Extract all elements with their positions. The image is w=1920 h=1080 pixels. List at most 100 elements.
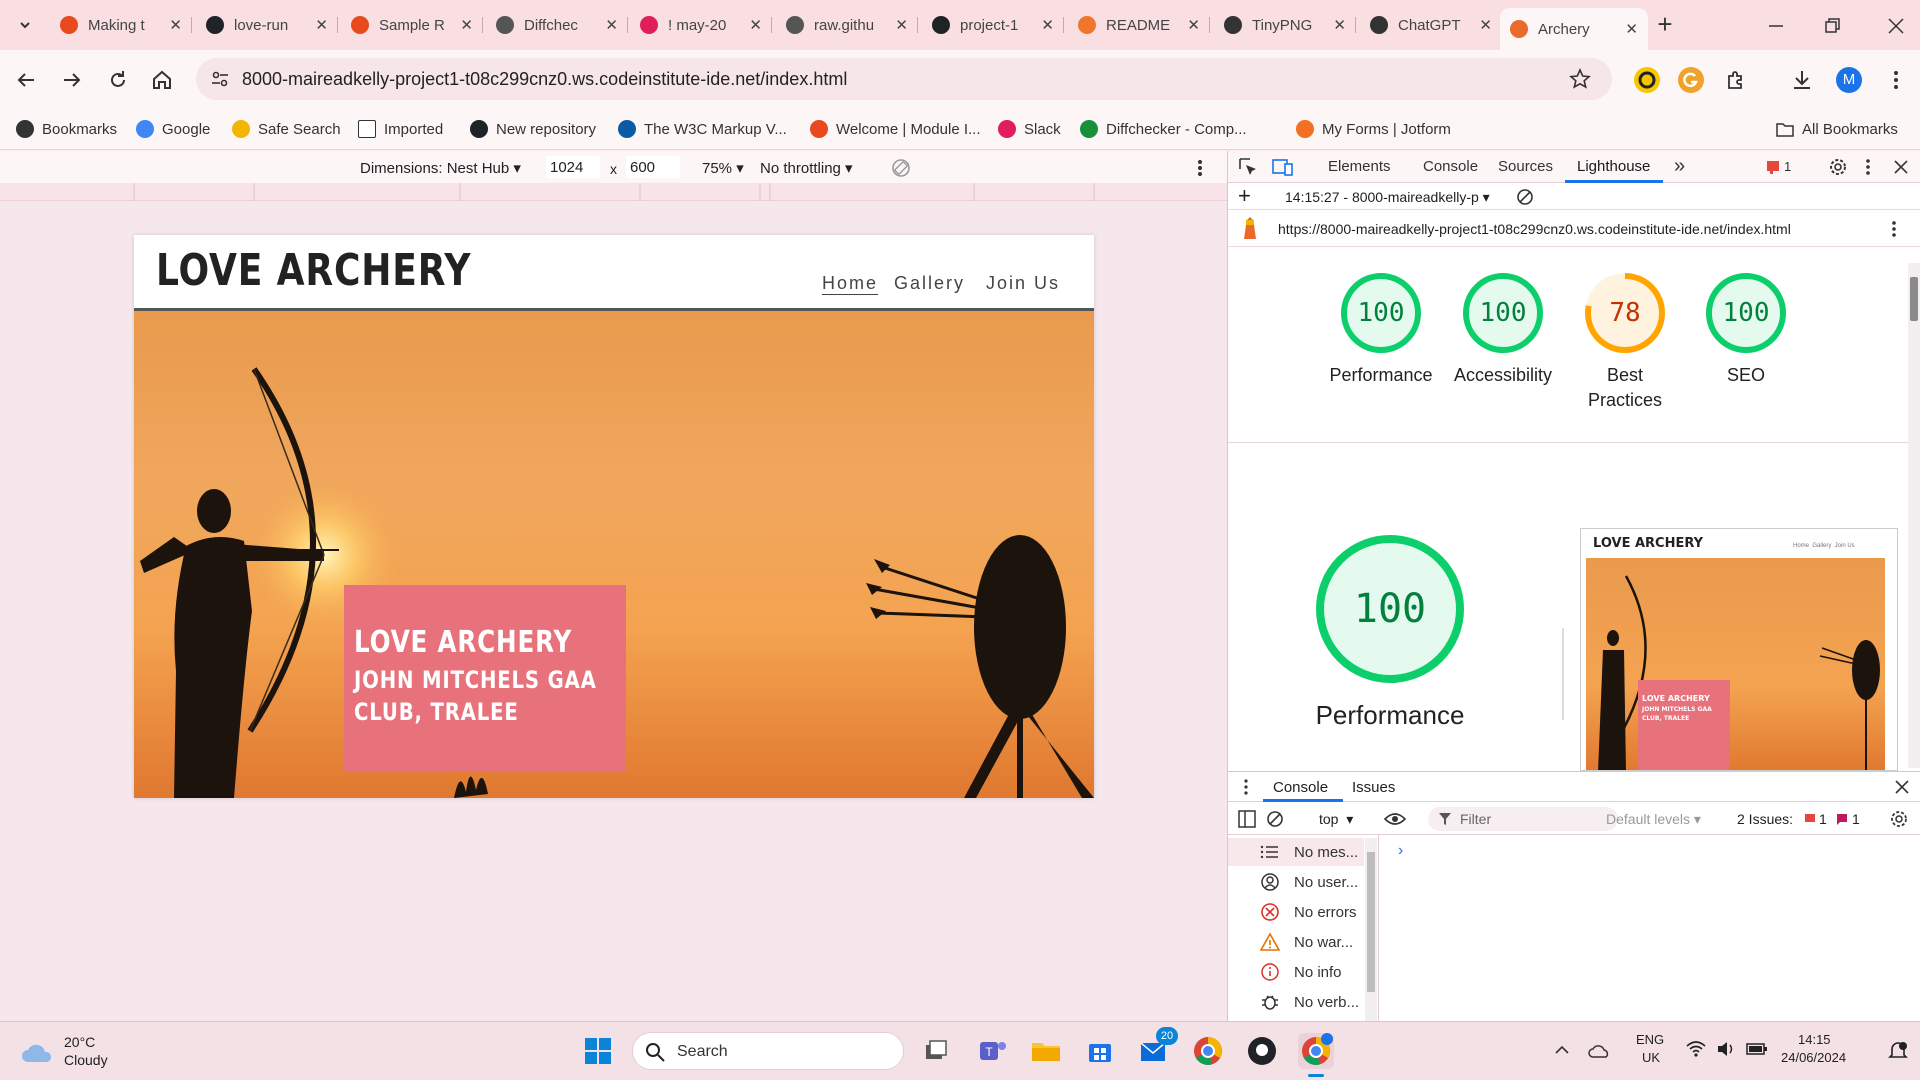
tab-8[interactable]: TinyPNG ✕ [1214,8,1356,42]
restore-button[interactable] [1820,14,1844,38]
context-selector[interactable]: top ▾ [1319,811,1353,828]
console-sidebar-item[interactable]: No user... [1260,868,1358,896]
show-hidden-icons-icon[interactable] [1554,1042,1570,1058]
file-explorer-app[interactable] [1028,1033,1064,1069]
report-url[interactable]: https://8000-maireadkelly-project1-t08c2… [1278,221,1791,237]
extensions-button[interactable] [1724,68,1748,92]
back-button[interactable] [14,68,38,92]
report-selector[interactable]: 14:15:27 - 8000-maireadkelly-p ▾ [1285,189,1490,206]
console-sidebar-item[interactable]: No war... [1260,928,1353,956]
browser-menu-button[interactable] [1892,68,1900,92]
tab-3[interactable]: Diffchec ✕ [486,8,628,42]
devtools-tab-lighthouse[interactable]: Lighthouse [1577,158,1650,175]
extension-grammarly-button[interactable] [1678,67,1704,93]
console-scrollbar-thumb[interactable] [1367,852,1375,992]
tab-close-icon[interactable]: ✕ [315,16,328,34]
bookmark-item[interactable]: New repository [470,120,596,138]
report-scrollbar-thumb[interactable] [1910,277,1918,321]
final-screenshot-thumbnail[interactable]: LOVE ARCHERY Home Gallery Join Us LOVE A… [1580,528,1898,771]
close-window-button[interactable] [1884,14,1908,38]
onedrive-icon[interactable] [1588,1042,1612,1058]
zoom-select[interactable]: 75% ▾ [702,159,744,177]
report-scrollbar[interactable] [1908,263,1920,768]
console-sidebar-item[interactable]: No info [1260,958,1342,986]
devtools-menu-icon[interactable] [1864,157,1872,177]
tab-close-icon[interactable]: ✕ [749,16,762,34]
github-desktop-app[interactable] [1244,1033,1280,1069]
throttling-select[interactable]: No throttling ▾ [760,159,853,177]
sidebar-toggle-icon[interactable] [1238,810,1256,828]
address-bar[interactable]: 8000-mairead​kelly-project1-t08c299cnz0.… [196,58,1612,100]
volume-icon[interactable] [1716,1040,1736,1058]
performance-big-gauge[interactable]: 100 [1315,534,1465,684]
profile-avatar[interactable]: M [1836,67,1862,93]
site-info-icon[interactable] [210,69,230,89]
live-expression-eye-icon[interactable] [1384,811,1406,827]
clear-console-icon[interactable] [1266,810,1284,828]
drawer-tab-issues[interactable]: Issues [1352,779,1395,796]
score-gauge-accessibility[interactable]: 100 [1462,272,1544,354]
chrome-app[interactable] [1190,1033,1226,1069]
tab-close-icon[interactable]: ✕ [460,16,473,34]
drawer-tab-console[interactable]: Console [1273,779,1328,796]
close-devtools-icon[interactable] [1892,158,1910,176]
weather-widget[interactable]: 20°C Cloudy [20,1032,140,1072]
bookmark-item[interactable]: Google [136,120,210,138]
bookmark-item[interactable]: Welcome | Module I... [810,120,981,138]
reload-button[interactable] [106,68,130,92]
tab-close-icon[interactable]: ✕ [1187,16,1200,34]
bookmark-item[interactable]: The W3C Markup V... [618,120,787,138]
console-sidebar-item[interactable]: No errors [1260,898,1357,926]
clear-reports-icon[interactable] [1516,188,1534,206]
device-dimensions-select[interactable]: Dimensions: Nest Hub ▾ [360,159,521,177]
tab-search-button[interactable] [12,12,38,38]
console-settings-icon[interactable] [1890,810,1908,828]
device-height-input[interactable]: 600 [626,156,680,178]
start-button[interactable] [580,1033,616,1069]
bookmark-item[interactable]: Bookmarks [16,120,117,138]
console-sidebar-item[interactable]: No verb... [1260,988,1359,1016]
wifi-icon[interactable] [1686,1040,1706,1058]
tab-close-icon[interactable]: ✕ [895,16,908,34]
notification-bell-icon[interactable] [1888,1040,1908,1062]
devtools-tab-elements[interactable]: Elements [1328,158,1391,175]
issues-flag-icon[interactable] [1766,160,1780,174]
more-tabs-button[interactable]: » [1674,155,1685,178]
nav-home[interactable]: Home [822,273,879,295]
all-bookmarks-button[interactable]: All Bookmarks [1776,120,1898,138]
tab-0[interactable]: Making t ✕ [50,8,192,42]
extension-norton-button[interactable] [1634,67,1660,93]
taskbar-search-box[interactable]: Search [632,1032,904,1070]
report-menu-icon[interactable] [1890,219,1898,239]
bookmark-item[interactable]: Safe Search [232,120,341,138]
clock-time[interactable]: 14:15 [1798,1032,1831,1047]
tab-close-icon[interactable]: ✕ [1333,16,1346,34]
mail-app[interactable]: 20 [1136,1027,1178,1069]
close-drawer-icon[interactable] [1894,779,1910,795]
minimize-button[interactable] [1764,14,1788,38]
score-gauge-seo[interactable]: 100 [1705,272,1787,354]
language-line2[interactable]: UK [1642,1050,1660,1065]
tab-4[interactable]: ! may-20 ✕ [630,8,772,42]
devtools-tab-sources[interactable]: Sources [1498,158,1553,175]
bookmark-item[interactable]: Imported [358,120,443,138]
site-logo[interactable]: LOVE ARCHERY [156,245,471,296]
console-sidebar-scrollbar[interactable] [1365,838,1377,1022]
nav-join-us[interactable]: Join Us [986,273,1060,294]
tab-close-icon[interactable]: ✕ [169,16,182,34]
tab-5[interactable]: raw.githu ✕ [776,8,918,42]
forward-button[interactable] [60,68,84,92]
inspect-element-icon[interactable] [1238,157,1258,177]
new-report-button[interactable]: + [1238,185,1251,207]
devtools-tab-console[interactable]: Console [1423,158,1478,175]
tab-1[interactable]: love-run ✕ [196,8,338,42]
chrome-profile-app[interactable] [1298,1033,1334,1077]
rotate-icon[interactable] [890,157,912,179]
language-line1[interactable]: ENG [1636,1032,1664,1047]
device-more-options-icon[interactable] [1196,157,1204,179]
tab-close-icon[interactable]: ✕ [605,16,618,34]
bookmark-item[interactable]: My Forms | Jotform [1296,120,1451,138]
console-filter-input[interactable]: Filter [1428,807,1618,831]
tab-close-icon[interactable]: ✕ [1625,20,1638,38]
tab-6[interactable]: project-1 ✕ [922,8,1064,42]
